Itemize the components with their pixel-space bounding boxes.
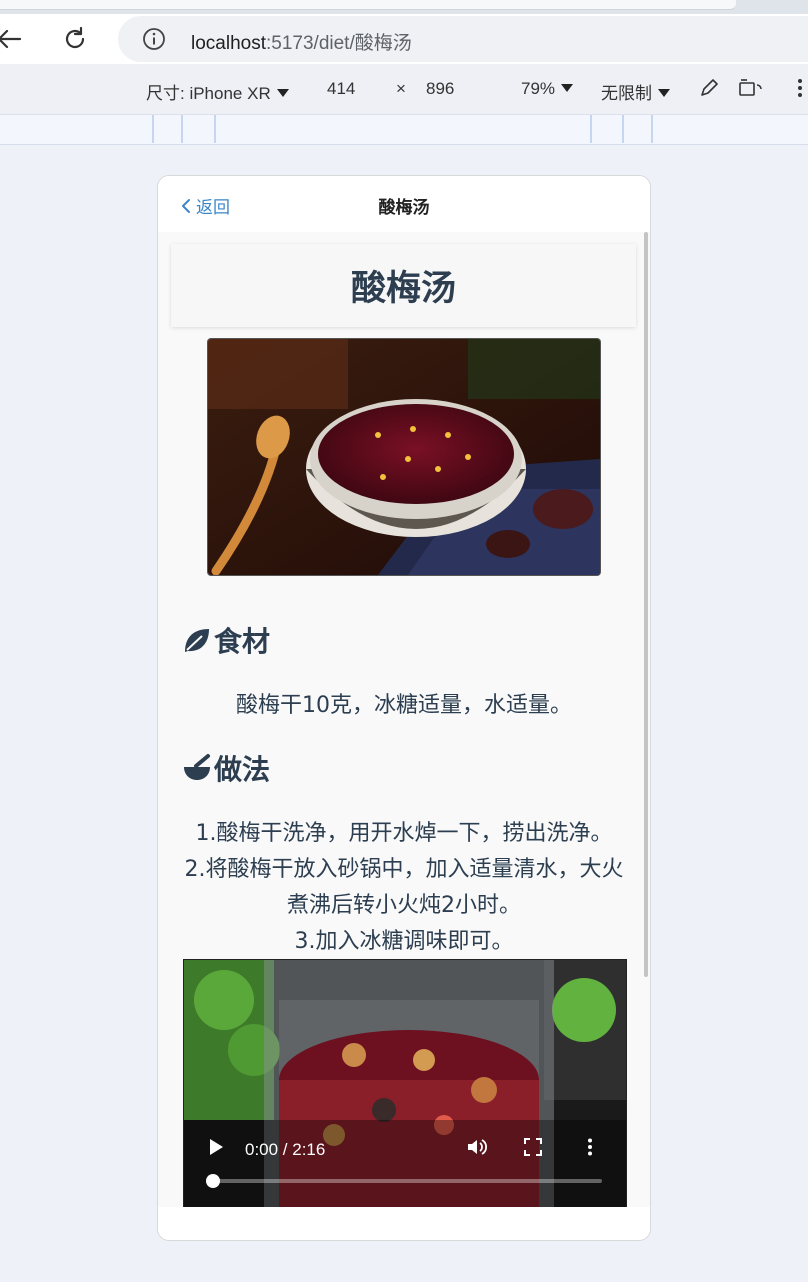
height-input[interactable]: 896 — [426, 79, 454, 99]
pen-icon[interactable] — [698, 77, 720, 104]
ruler-tick — [590, 115, 592, 143]
rotate-icon[interactable] — [738, 77, 764, 104]
scrollbar[interactable] — [644, 232, 648, 977]
device-viewport: 返回 酸梅汤 酸梅汤 食材 酸梅干10克，冰糖适量，水适量。 做法 1.酸梅干洗… — [157, 175, 651, 1241]
video-frame — [184, 960, 626, 1207]
method-heading: 做法 — [182, 748, 270, 788]
video-seek-bar[interactable] — [206, 1174, 602, 1188]
ruler-tick — [214, 115, 216, 143]
zoom-label: 79% — [521, 79, 556, 98]
page-title: 酸梅汤 — [350, 269, 456, 309]
ruler-tick — [651, 115, 653, 143]
url-host: localhost — [191, 33, 266, 54]
ingredients-text: 酸梅干10克，冰糖适量，水适量。 — [236, 693, 572, 718]
device-label: 尺寸: iPhone XR — [146, 84, 271, 103]
url-omnibox[interactable]: localhost:5173/diet/酸梅汤 — [118, 16, 808, 62]
ingredients-heading-text: 食材 — [214, 625, 271, 658]
active-tab[interactable] — [0, 0, 736, 10]
ingredients-heading: 食材 — [182, 620, 270, 660]
video-time: 0:00 / 2:16 — [245, 1140, 326, 1159]
content-scroll[interactable]: 酸梅汤 食材 酸梅干10克，冰糖适量，水适量。 做法 1.酸梅干洗净，用开水焯一… — [158, 232, 650, 1207]
fullscreen-icon[interactable] — [524, 1138, 542, 1160]
chevron-down-icon — [561, 84, 574, 92]
url-path: :5173/diet/酸梅汤 — [266, 33, 412, 54]
more-vert-icon[interactable] — [796, 77, 804, 104]
volume-icon[interactable] — [466, 1136, 488, 1162]
app-header: 返回 酸梅汤 — [158, 176, 650, 232]
device-toolbar: 尺寸: iPhone XR 414 × 896 79% 无限制 — [0, 64, 808, 115]
play-icon[interactable] — [208, 1138, 224, 1160]
header-title: 酸梅汤 — [378, 198, 430, 218]
throttle-select[interactable]: 无限制 — [601, 79, 670, 104]
throttle-label: 无限制 — [601, 84, 652, 103]
media-query-ruler — [0, 115, 808, 145]
dish-image — [207, 338, 601, 576]
bottom-bar — [158, 1207, 650, 1240]
leaf-icon — [185, 629, 209, 652]
zoom-select[interactable]: 79% — [521, 79, 574, 99]
ruler-tick — [181, 115, 183, 143]
video-player[interactable]: 0:00 / 2:16 — [183, 959, 627, 1207]
ruler-tick — [622, 115, 624, 143]
site-info-icon[interactable] — [142, 27, 166, 55]
tab-strip — [0, 0, 808, 14]
ruler-tick — [152, 115, 154, 143]
width-input[interactable]: 414 — [327, 79, 355, 99]
title-card: 酸梅汤 — [171, 244, 636, 327]
dimension-times: × — [396, 79, 406, 98]
url-text[interactable]: localhost:5173/diet/酸梅汤 — [191, 28, 412, 55]
seek-knob[interactable] — [206, 1174, 220, 1188]
chevron-down-icon — [658, 89, 670, 97]
method-step: 1.酸梅干洗净，用开水焯一下，捞出洗净。 — [195, 821, 613, 846]
reload-icon[interactable] — [58, 22, 92, 56]
method-step: 煮沸后转小火炖2小时。 — [287, 893, 521, 918]
method-step: 2.将酸梅干放入砂锅中，加入适量清水，大火 — [184, 857, 624, 882]
chevron-down-icon — [276, 89, 289, 97]
method-heading-text: 做法 — [214, 753, 271, 786]
address-bar-row: localhost:5173/diet/酸梅汤 — [0, 14, 808, 64]
method-step: 3.加入冰糖调味即可。 — [294, 929, 514, 954]
back-arrow-icon[interactable] — [0, 22, 26, 56]
more-vert-icon[interactable] — [587, 1138, 593, 1160]
device-select[interactable]: 尺寸: iPhone XR — [146, 79, 289, 104]
mortar-pestle-icon — [184, 754, 210, 780]
